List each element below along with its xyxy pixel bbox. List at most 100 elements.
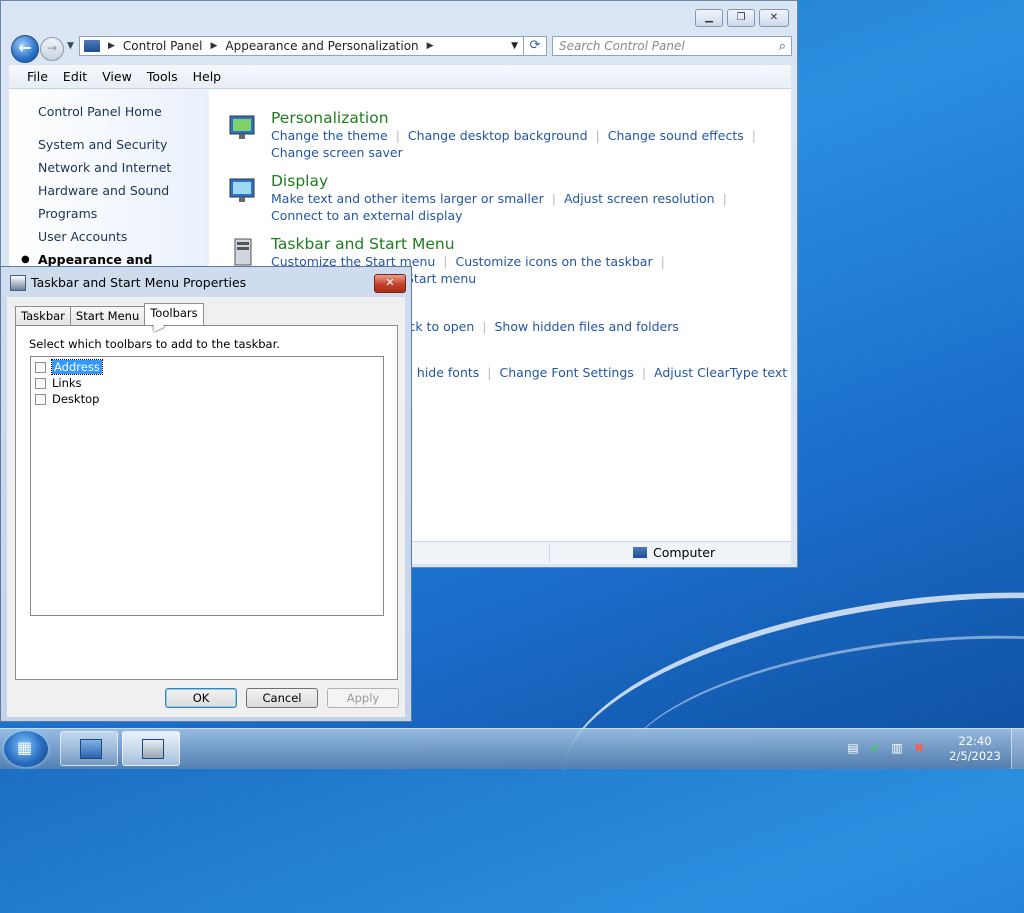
chevron-right-icon[interactable]: ▶ bbox=[108, 41, 115, 51]
checkbox-desktop[interactable] bbox=[35, 393, 46, 405]
toolbars-description: Select which toolbars to add to the task… bbox=[29, 337, 280, 351]
menu-bar: File Edit View Tools Help bbox=[9, 65, 791, 89]
volume-muted-icon[interactable]: ✖ bbox=[912, 741, 926, 755]
tab-start-menu[interactable]: Start Menu bbox=[69, 306, 146, 325]
forward-button[interactable]: → bbox=[40, 37, 64, 61]
personalization-title[interactable]: Personalization bbox=[271, 109, 764, 127]
address-bar[interactable]: ▶ Control Panel ▶ Appearance and Persona… bbox=[79, 36, 525, 56]
category-folder-options-partial: ick to open | Show hidden files and folder… bbox=[405, 319, 679, 334]
category-fonts-partial: d hide fonts | Change Font Settings | Adjust… bbox=[405, 365, 788, 380]
category-personalization: Personalization Change the theme | Change … bbox=[271, 109, 764, 161]
status-computer: Computer bbox=[633, 545, 715, 560]
link-external-display[interactable]: Connect to an external display bbox=[271, 208, 463, 223]
link-customize-icons[interactable]: Customize icons on the taskbar bbox=[456, 254, 653, 269]
ok-button[interactable]: OK bbox=[165, 688, 237, 708]
maximize-button[interactable]: ❐ bbox=[727, 9, 755, 27]
tab-taskbar[interactable]: Taskbar bbox=[15, 306, 71, 325]
system-tray: ▤ ✔ ▥ ✖ bbox=[846, 741, 926, 755]
clock-time: 22:40 bbox=[958, 734, 992, 748]
control-panel-app-icon bbox=[80, 739, 102, 759]
sidebar-item-appearance[interactable]: Appearance and bbox=[38, 252, 153, 267]
link-text-size[interactable]: Make text and other items larger or smal… bbox=[271, 191, 544, 206]
menu-view[interactable]: View bbox=[102, 69, 132, 84]
link-click-to-open-partial[interactable]: ick to open bbox=[405, 319, 474, 334]
tab-strip: Taskbar Start Menu Toolbars bbox=[15, 303, 204, 325]
status-computer-label: Computer bbox=[653, 545, 716, 560]
link-screen-resolution[interactable]: Adjust screen resolution bbox=[564, 191, 715, 206]
link-show-hidden-files[interactable]: Show hidden files and folders bbox=[495, 319, 679, 334]
toolbar-label-links[interactable]: Links bbox=[52, 376, 82, 390]
security-icon[interactable]: ✔ bbox=[868, 741, 882, 755]
navigation-bar: ← → ▼ ▶ Control Panel ▶ Appearance and P… bbox=[9, 33, 792, 63]
link-hide-fonts-partial[interactable]: d hide fonts bbox=[405, 365, 479, 380]
breadcrumb-appearance[interactable]: Appearance and Personalization bbox=[225, 39, 418, 53]
dialog-body: Taskbar Start Menu Toolbars Select which… bbox=[7, 297, 405, 717]
minimize-button[interactable]: ▁ bbox=[695, 9, 723, 27]
link-change-theme[interactable]: Change the theme bbox=[271, 128, 388, 143]
address-dropdown-icon[interactable]: ▼ bbox=[511, 41, 518, 51]
apply-button[interactable]: Apply bbox=[327, 688, 399, 708]
recent-pages-dropdown[interactable]: ▼ bbox=[67, 41, 74, 51]
taskbar-title[interactable]: Taskbar and Start Menu bbox=[271, 235, 673, 253]
sidebar-item-user-accounts[interactable]: User Accounts bbox=[38, 229, 127, 244]
search-input[interactable]: Search Control Panel ⌕ bbox=[552, 36, 792, 56]
taskbar-button-control-panel[interactable] bbox=[60, 731, 118, 766]
current-section-bullet: ● bbox=[21, 254, 30, 265]
chevron-right-icon[interactable]: ▶ bbox=[211, 41, 218, 51]
clock[interactable]: 22:40 2/5/2023 bbox=[940, 734, 1010, 764]
network-icon[interactable]: ▥ bbox=[890, 741, 904, 755]
list-item[interactable]: Links bbox=[35, 376, 82, 390]
chevron-right-icon[interactable]: ▶ bbox=[427, 41, 434, 51]
link-change-screen-saver[interactable]: Change screen saver bbox=[271, 145, 403, 160]
menu-file[interactable]: File bbox=[27, 69, 48, 84]
toolbar-label-desktop[interactable]: Desktop bbox=[52, 392, 99, 406]
back-button[interactable]: ← bbox=[11, 35, 39, 63]
toolbars-panel: Select which toolbars to add to the task… bbox=[15, 325, 398, 680]
menu-edit[interactable]: Edit bbox=[63, 69, 87, 84]
close-button[interactable]: ✕ bbox=[759, 9, 789, 27]
refresh-button[interactable]: ⟳ bbox=[523, 36, 547, 56]
start-button[interactable] bbox=[4, 731, 48, 767]
menu-tools[interactable]: Tools bbox=[147, 69, 178, 84]
taskbar-properties-dialog: Taskbar and Start Menu Properties ✕ Task… bbox=[0, 266, 412, 722]
toolbars-list[interactable]: Address Links Desktop bbox=[30, 356, 384, 616]
taskbar-properties-icon bbox=[10, 275, 26, 291]
properties-app-icon bbox=[142, 739, 164, 759]
sidebar-item-home[interactable]: Control Panel Home bbox=[38, 104, 162, 119]
window-controls: ▁ ❐ ✕ bbox=[695, 9, 789, 27]
search-placeholder: Search Control Panel bbox=[559, 39, 685, 53]
link-change-desktop-background[interactable]: Change desktop background bbox=[408, 128, 588, 143]
cancel-button[interactable]: Cancel bbox=[246, 688, 318, 708]
category-display: Display Make text and other items larger… bbox=[271, 172, 735, 224]
sidebar-item-system-security[interactable]: System and Security bbox=[38, 137, 167, 152]
link-adjust-cleartype[interactable]: Adjust ClearType text bbox=[654, 365, 787, 380]
taskbar-button-properties[interactable] bbox=[122, 731, 180, 766]
computer-icon bbox=[633, 547, 647, 558]
link-change-font-settings[interactable]: Change Font Settings bbox=[500, 365, 634, 380]
personalization-icon bbox=[227, 111, 259, 143]
toolbar-label-address[interactable]: Address bbox=[51, 359, 103, 375]
list-item[interactable]: Address bbox=[35, 359, 103, 375]
list-item[interactable]: Desktop bbox=[35, 392, 99, 406]
menu-help[interactable]: Help bbox=[193, 69, 222, 84]
sidebar-item-network[interactable]: Network and Internet bbox=[38, 160, 171, 175]
sidebar-item-hardware[interactable]: Hardware and Sound bbox=[38, 183, 169, 198]
link-start-menu-partial[interactable]: Start menu bbox=[406, 271, 476, 286]
status-divider bbox=[549, 544, 550, 562]
clock-date: 2/5/2023 bbox=[949, 749, 1001, 763]
action-center-icon[interactable]: ▤ bbox=[846, 741, 860, 755]
search-icon[interactable]: ⌕ bbox=[779, 38, 786, 56]
checkbox-links[interactable] bbox=[35, 377, 46, 389]
link-change-sound-effects[interactable]: Change sound effects bbox=[608, 128, 744, 143]
display-icon bbox=[227, 174, 259, 206]
taskbar: ▤ ✔ ▥ ✖ 22:40 2/5/2023 bbox=[0, 728, 1024, 769]
checkbox-address[interactable] bbox=[35, 361, 46, 373]
tab-toolbars[interactable]: Toolbars bbox=[144, 303, 204, 325]
breadcrumb-control-panel[interactable]: Control Panel bbox=[123, 39, 203, 53]
display-title[interactable]: Display bbox=[271, 172, 735, 190]
dialog-title: Taskbar and Start Menu Properties bbox=[31, 275, 247, 290]
sidebar-item-programs[interactable]: Programs bbox=[38, 206, 97, 221]
show-desktop-button[interactable] bbox=[1011, 729, 1024, 769]
dialog-close-button[interactable]: ✕ bbox=[374, 274, 406, 293]
taskbar-icon bbox=[227, 237, 259, 269]
